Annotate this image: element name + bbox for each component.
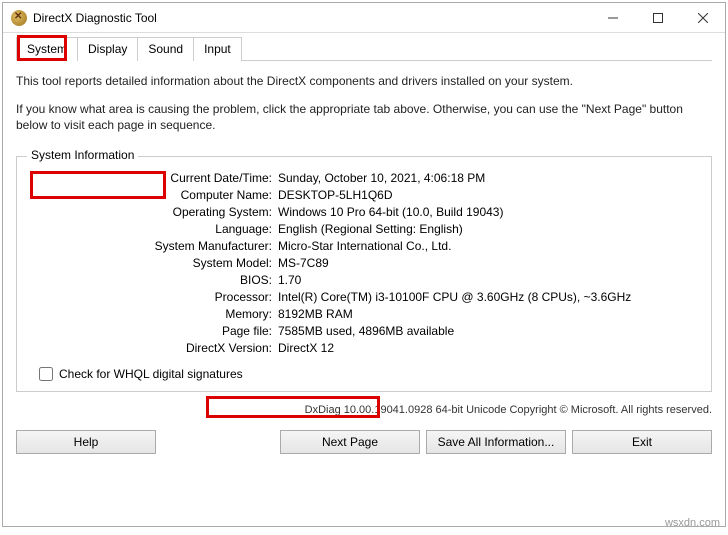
label-manufacturer: System Manufacturer:: [33, 239, 278, 253]
exit-button[interactable]: Exit: [572, 430, 712, 454]
intro-para-2: If you know what area is causing the pro…: [16, 101, 712, 133]
window-controls: [590, 3, 725, 32]
value-computer-name: DESKTOP-5LH1Q6D: [278, 188, 695, 202]
label-date: Current Date/Time:: [33, 171, 278, 185]
value-os: Windows 10 Pro 64-bit (10.0, Build 19043…: [278, 205, 695, 219]
label-os: Operating System:: [33, 205, 278, 219]
system-information-group: System Information Current Date/Time:Sun…: [16, 156, 712, 392]
value-language: English (Regional Setting: English): [278, 222, 695, 236]
watermark: wsxdn.com: [665, 517, 720, 529]
tab-sound[interactable]: Sound: [137, 37, 194, 61]
value-directx-version: DirectX 12: [278, 341, 695, 355]
tab-system[interactable]: System: [16, 37, 78, 61]
button-row: Help Next Page Save All Information... E…: [16, 430, 712, 454]
intro-para-1: This tool reports detailed information a…: [16, 73, 712, 89]
next-page-button[interactable]: Next Page: [280, 430, 420, 454]
app-icon: [11, 10, 27, 26]
minimize-button[interactable]: [590, 3, 635, 32]
label-bios: BIOS:: [33, 273, 278, 287]
tab-input[interactable]: Input: [193, 37, 242, 61]
maximize-button[interactable]: [635, 3, 680, 32]
close-button[interactable]: [680, 3, 725, 32]
spacer: [162, 430, 274, 454]
value-page-file: 7585MB used, 4896MB available: [278, 324, 695, 338]
window-title: DirectX Diagnostic Tool: [33, 11, 590, 25]
tab-strip: System Display Sound Input: [16, 36, 712, 60]
whql-checkbox[interactable]: [39, 367, 53, 381]
titlebar: DirectX Diagnostic Tool: [3, 3, 725, 33]
value-bios: 1.70: [278, 273, 695, 287]
label-directx-version: DirectX Version:: [33, 341, 278, 355]
value-memory: 8192MB RAM: [278, 307, 695, 321]
info-grid: Current Date/Time:Sunday, October 10, 20…: [33, 171, 695, 355]
label-language: Language:: [33, 222, 278, 236]
label-model: System Model:: [33, 256, 278, 270]
main-window: DirectX Diagnostic Tool System Display S…: [2, 2, 726, 527]
content-area: System Display Sound Input This tool rep…: [3, 33, 725, 526]
value-model: MS-7C89: [278, 256, 695, 270]
label-memory: Memory:: [33, 307, 278, 321]
value-processor: Intel(R) Core(TM) i3-10100F CPU @ 3.60GH…: [278, 290, 695, 304]
label-processor: Processor:: [33, 290, 278, 304]
whql-label: Check for WHQL digital signatures: [59, 367, 243, 381]
value-date: Sunday, October 10, 2021, 4:06:18 PM: [278, 171, 695, 185]
whql-row: Check for WHQL digital signatures: [39, 367, 695, 381]
footer-text: DxDiag 10.00.19041.0928 64-bit Unicode C…: [16, 404, 712, 416]
tab-display[interactable]: Display: [77, 37, 138, 61]
label-computer-name: Computer Name:: [33, 188, 278, 202]
group-title: System Information: [27, 148, 138, 162]
save-all-button[interactable]: Save All Information...: [426, 430, 566, 454]
label-page-file: Page file:: [33, 324, 278, 338]
value-manufacturer: Micro-Star International Co., Ltd.: [278, 239, 695, 253]
help-button[interactable]: Help: [16, 430, 156, 454]
